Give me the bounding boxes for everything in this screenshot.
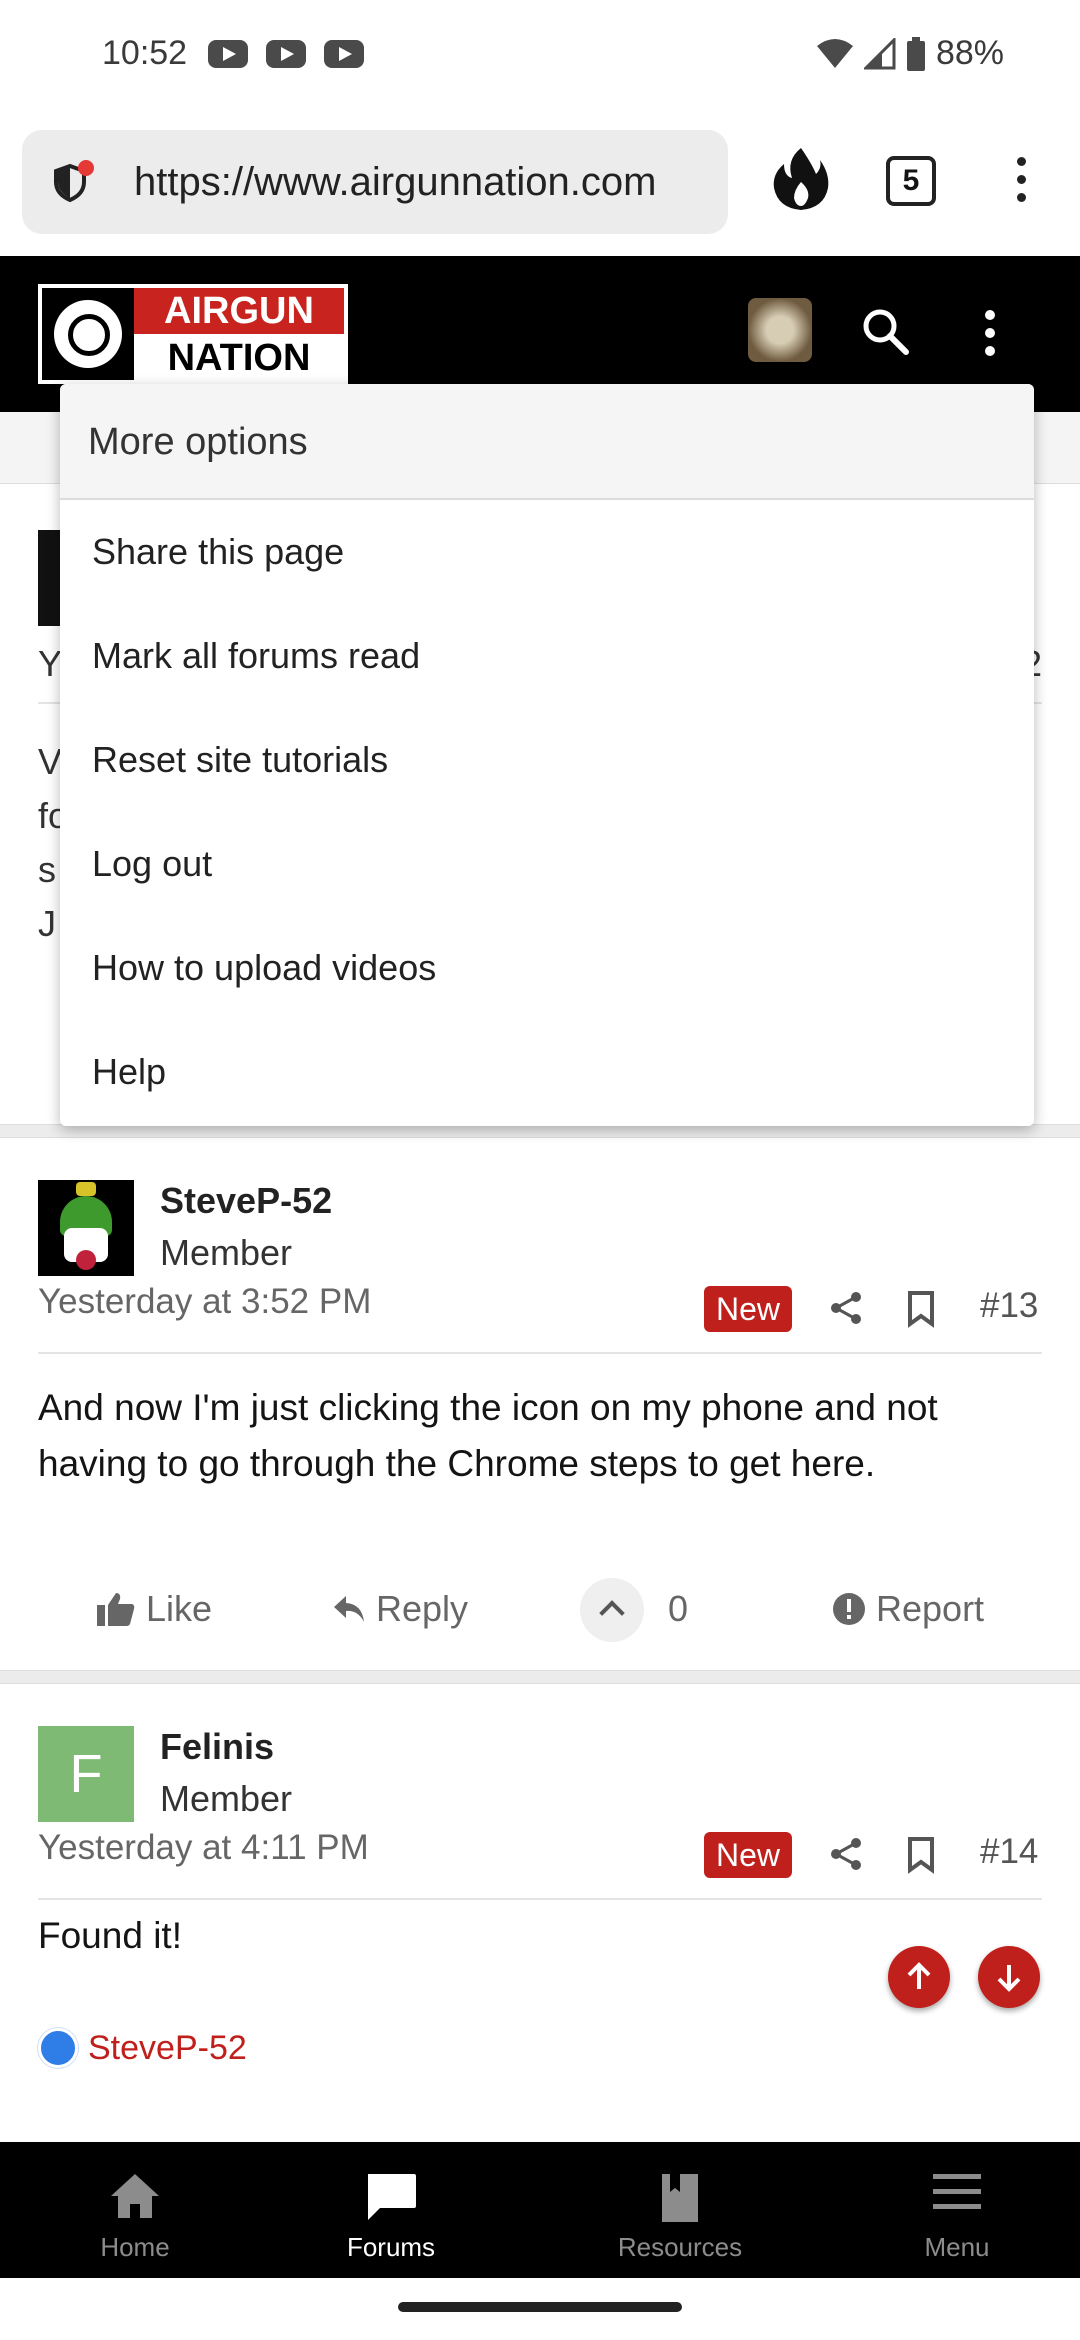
- youtube-notification-icon: [208, 40, 248, 68]
- tab-switcher-button[interactable]: 5: [886, 156, 936, 206]
- report-button[interactable]: Report: [832, 1588, 984, 1630]
- post-separator: [0, 1124, 1080, 1138]
- search-icon[interactable]: [860, 306, 910, 356]
- scroll-top-button[interactable]: [888, 1946, 950, 2008]
- avatar[interactable]: F: [38, 1726, 134, 1822]
- scroll-bottom-button[interactable]: [978, 1946, 1040, 2008]
- new-badge: New: [704, 1832, 792, 1878]
- post-user-role: Member: [160, 1232, 293, 1273]
- status-bar: 10:52 88%: [0, 0, 1080, 108]
- crosshair-icon: [54, 300, 122, 368]
- address-bar[interactable]: https://www.airgunnation.com: [22, 130, 728, 234]
- post-body: And now I'm just clicking the icon on my…: [38, 1387, 938, 1484]
- browser-menu-button[interactable]: [1006, 152, 1036, 212]
- menu-icon: [933, 2174, 981, 2209]
- thumbs-up-icon: [97, 1593, 135, 1626]
- more-options-button[interactable]: [980, 310, 1000, 360]
- bookmark-icon[interactable]: [906, 1290, 936, 1328]
- menu-item-share-page[interactable]: Share this page: [60, 500, 1034, 604]
- upvote-button[interactable]: [580, 1578, 644, 1642]
- like-label: Like: [146, 1588, 213, 1629]
- gesture-bar: [0, 2278, 1080, 2340]
- share-icon[interactable]: [828, 1290, 864, 1326]
- post-number[interactable]: #14: [980, 1832, 1038, 1872]
- forums-icon: [368, 2174, 416, 2220]
- resources-icon: [662, 2174, 698, 2222]
- nav-home-label: Home: [100, 2232, 170, 2262]
- battery-icon: [906, 36, 925, 71]
- post-text-fragment: V: [38, 741, 63, 782]
- post-actions: Like Reply 0 Report: [0, 1578, 1080, 1648]
- post-date[interactable]: Yesterday at 3:52 PM: [38, 1282, 371, 1322]
- menu-title: More options: [60, 384, 1034, 500]
- post-separator: [0, 1670, 1080, 1684]
- arrow-up-icon: [907, 1962, 931, 1989]
- reaction-user[interactable]: SteveP-52: [88, 2029, 247, 2068]
- vote-count: 0: [668, 1588, 689, 1629]
- post-username[interactable]: Felinis: [160, 1726, 274, 1768]
- home-icon: [111, 2174, 159, 2218]
- site-logo[interactable]: AIRGUN NATION: [38, 284, 348, 384]
- home-gesture-handle[interactable]: [398, 2302, 682, 2312]
- menu-item-upload-videos[interactable]: How to upload videos: [60, 916, 1034, 1020]
- post-13: SteveP-52 Member Yesterday at 3:52 PM Ne…: [0, 1140, 1080, 1670]
- post-date-fragment: Y: [38, 643, 63, 684]
- url-text[interactable]: https://www.airgunnation.com: [134, 160, 714, 205]
- new-badge: New: [704, 1286, 792, 1332]
- nav-resources[interactable]: Resources: [545, 2142, 815, 2278]
- nav-menu[interactable]: Menu: [822, 2142, 1080, 2278]
- post-14: F Felinis Member Yesterday at 4:11 PM Ne…: [0, 1686, 1080, 2142]
- battery-percent: 88%: [935, 34, 1004, 72]
- post-number[interactable]: #13: [980, 1286, 1038, 1326]
- logo-line2: NATION: [134, 334, 344, 380]
- youtube-notification-icon: [324, 40, 364, 68]
- shield-icon[interactable]: [50, 160, 96, 206]
- browser-toolbar: https://www.airgunnation.com 5: [0, 108, 1080, 256]
- post-text-fragment: s: [38, 849, 56, 890]
- share-icon[interactable]: [828, 1836, 864, 1872]
- post-text-fragment: J: [38, 903, 56, 944]
- wifi-icon: [816, 38, 853, 68]
- reply-label: Reply: [376, 1588, 469, 1629]
- divider: [38, 1898, 1042, 1900]
- nav-resources-label: Resources: [617, 2232, 743, 2262]
- youtube-notification-icon: [266, 40, 306, 68]
- flame-icon[interactable]: [772, 146, 830, 212]
- account-avatar[interactable]: [748, 298, 812, 362]
- nav-forums-label: Forums: [346, 2232, 436, 2262]
- nav-forums[interactable]: Forums: [256, 2142, 526, 2278]
- like-reaction-icon: [38, 2028, 78, 2068]
- status-time: 10:52: [102, 34, 188, 72]
- alert-icon: [833, 1593, 865, 1625]
- divider: [38, 1352, 1042, 1354]
- like-button[interactable]: Like: [96, 1588, 212, 1630]
- signal-icon: [863, 37, 896, 69]
- menu-item-reset-tutorials[interactable]: Reset site tutorials: [60, 708, 1034, 812]
- avatar[interactable]: [38, 1180, 134, 1276]
- logo-line1: AIRGUN: [134, 288, 344, 334]
- post-username[interactable]: SteveP-52: [160, 1180, 332, 1222]
- arrow-down-icon: [997, 1965, 1021, 1992]
- menu-item-log-out[interactable]: Log out: [60, 812, 1034, 916]
- bookmark-icon[interactable]: [906, 1836, 936, 1874]
- status-indicators: 88%: [816, 34, 1004, 73]
- post-user-role: Member: [160, 1778, 293, 1819]
- nav-menu-label: Menu: [924, 2232, 990, 2262]
- nav-home[interactable]: Home: [0, 2142, 270, 2278]
- reply-button[interactable]: Reply: [332, 1588, 468, 1630]
- more-options-menu: More options Share this page Mark all fo…: [60, 384, 1034, 1126]
- menu-item-help[interactable]: Help: [60, 1020, 1034, 1124]
- bottom-nav: Home Forums Resources Menu: [0, 2142, 1080, 2278]
- reply-icon: [334, 1596, 364, 1622]
- menu-item-mark-forums-read[interactable]: Mark all forums read: [60, 604, 1034, 708]
- post-date[interactable]: Yesterday at 4:11 PM: [38, 1828, 369, 1868]
- reactions-bar[interactable]: SteveP-52: [38, 2028, 247, 2068]
- report-label: Report: [876, 1588, 985, 1629]
